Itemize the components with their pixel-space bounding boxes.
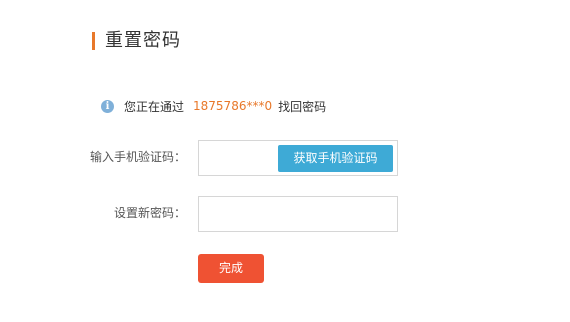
done-button[interactable]: 完成	[198, 254, 264, 283]
masked-phone-number: 1875786***0	[193, 99, 273, 113]
verification-code-label: 输入手机验证码：	[89, 150, 186, 164]
reset-password-page: 重置密码 i 您正在通过 1875786***0 找回密码 输入手机验证码： 获…	[0, 0, 570, 322]
notice-suffix: 找回密码	[278, 99, 327, 114]
get-verification-code-button[interactable]: 获取手机验证码	[278, 145, 393, 172]
notice-prefix: 您正在通过	[124, 99, 185, 114]
recovery-notice: i 您正在通过 1875786***0 找回密码	[101, 97, 326, 115]
page-title: 重置密码	[105, 30, 181, 51]
new-password-field-wrapper	[198, 196, 398, 232]
new-password-label: 设置新密码：	[113, 206, 186, 220]
info-icon: i	[101, 99, 114, 113]
new-password-input[interactable]	[199, 197, 397, 231]
title-accent-bar	[92, 32, 95, 50]
